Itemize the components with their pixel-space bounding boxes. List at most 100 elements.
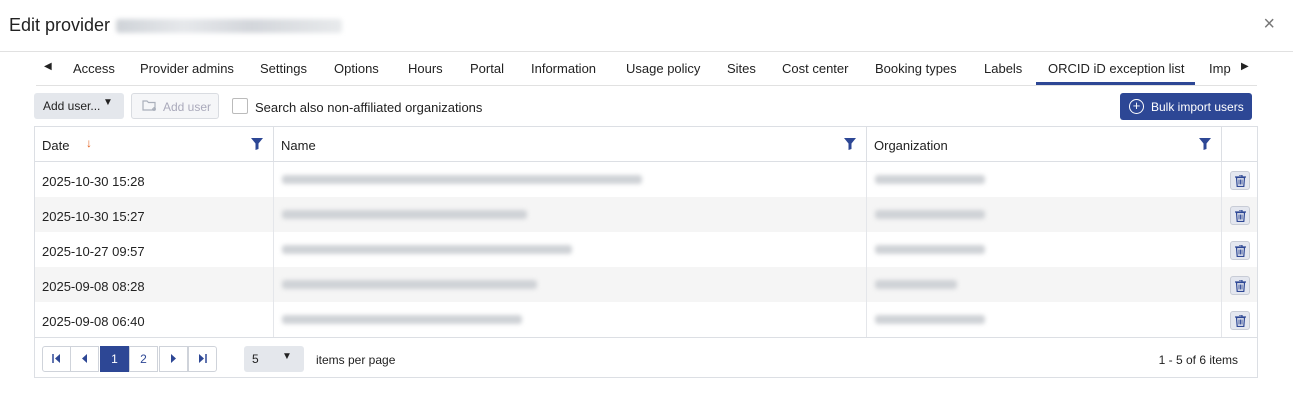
table-row[interactable]: 2025-10-30 15:28 (35, 162, 1257, 197)
name-cell (274, 302, 867, 337)
tab-portal[interactable]: Portal (470, 61, 504, 76)
page-size-value: 5 (252, 352, 259, 366)
redacted-name (282, 315, 522, 324)
bulk-import-label: Bulk import users (1151, 100, 1244, 114)
redacted-name (282, 175, 642, 184)
date-value: 2025-09-08 06:40 (42, 314, 145, 329)
name-cell (274, 232, 867, 267)
add-user-button-label: Add user (163, 100, 212, 114)
tab-orcid-exception-list[interactable]: ORCID iD exception list (1048, 61, 1185, 76)
date-cell: 2025-09-08 08:28 (35, 267, 274, 302)
table-row[interactable]: 2025-10-30 15:27 (35, 197, 1257, 232)
toolbar: Add user... ▼ Add user Search also non-a… (34, 93, 1258, 121)
name-cell (274, 267, 867, 302)
organization-cell (867, 162, 1222, 197)
items-per-page-label: items per page (316, 353, 396, 367)
tab-bar: ◀ Access Provider admins Settings Option… (36, 54, 1257, 86)
last-page-icon (199, 354, 207, 363)
close-icon[interactable]: × (1263, 14, 1275, 34)
filter-icon[interactable] (251, 138, 263, 150)
page-button-2[interactable]: 2 (129, 346, 158, 372)
date-value: 2025-10-27 09:57 (42, 244, 145, 259)
first-page-icon (52, 354, 60, 363)
column-header-label: Name (281, 138, 316, 153)
redacted-organization (875, 175, 985, 184)
trash-icon (1235, 175, 1246, 187)
column-header-label: Date (42, 138, 70, 153)
last-page-button[interactable] (188, 346, 217, 372)
column-header-organization[interactable]: Organization (867, 127, 1222, 162)
page-button-1[interactable]: 1 (100, 346, 129, 372)
active-tab-indicator (1036, 82, 1195, 85)
date-value: 2025-10-30 15:27 (42, 209, 145, 224)
tab-import[interactable]: Imp (1209, 61, 1231, 76)
page-size-select[interactable]: 5 ▼ (244, 346, 304, 372)
name-cell (274, 162, 867, 197)
dialog-title: Edit provider (9, 15, 343, 36)
tab-information[interactable]: Information (531, 61, 596, 76)
tab-scroll-left-icon[interactable]: ◀ (44, 61, 52, 72)
table-row[interactable]: 2025-10-27 09:57 (35, 232, 1257, 267)
delete-button[interactable] (1230, 241, 1250, 260)
tab-provider-admins[interactable]: Provider admins (140, 61, 234, 76)
tab-labels[interactable]: Labels (984, 61, 1022, 76)
tab-options[interactable]: Options (334, 61, 379, 76)
organization-cell (867, 232, 1222, 267)
add-user-button[interactable]: Add user (131, 93, 219, 119)
dialog-title-text: Edit provider (9, 15, 111, 35)
date-cell: 2025-10-27 09:57 (35, 232, 274, 267)
date-cell: 2025-09-08 06:40 (35, 302, 274, 337)
table-row[interactable]: 2025-09-08 08:28 (35, 267, 1257, 302)
organization-cell (867, 197, 1222, 232)
grid-header: Date ↓ Name Organization (35, 127, 1257, 162)
pager: 1 2 5 ▼ items per page 1 - 5 of 6 items (35, 337, 1257, 377)
tab-usage-policy[interactable]: Usage policy (626, 61, 700, 76)
tab-sites[interactable]: Sites (727, 61, 756, 76)
non-affiliated-label: Search also non-affiliated organizations (255, 100, 483, 115)
date-value: 2025-10-30 15:28 (42, 174, 145, 189)
tab-access[interactable]: Access (73, 61, 115, 76)
sort-descending-icon: ↓ (86, 136, 92, 150)
redacted-organization (875, 315, 985, 324)
tab-settings[interactable]: Settings (260, 61, 307, 76)
tab-hours[interactable]: Hours (408, 61, 443, 76)
table-row[interactable]: 2025-09-08 06:40 (35, 302, 1257, 337)
redacted-organization (875, 245, 985, 254)
prev-page-icon (82, 354, 87, 363)
dialog-header: Edit provider × (0, 0, 1293, 52)
tab-booking-types[interactable]: Booking types (875, 61, 957, 76)
delete-button[interactable] (1230, 206, 1250, 225)
filter-icon[interactable] (1199, 138, 1211, 150)
trash-icon (1235, 210, 1246, 222)
trash-icon (1235, 315, 1246, 327)
add-user-dropdown-label: Add user... (43, 99, 101, 113)
next-page-button[interactable] (159, 346, 188, 372)
non-affiliated-checkbox[interactable] (232, 98, 248, 114)
column-header-name[interactable]: Name (274, 127, 867, 162)
first-page-button[interactable] (42, 346, 71, 372)
items-count: 1 - 5 of 6 items (1158, 353, 1238, 367)
delete-button[interactable] (1230, 171, 1250, 190)
next-page-icon (171, 354, 176, 363)
prev-page-button[interactable] (70, 346, 99, 372)
tab-cost-center[interactable]: Cost center (782, 61, 848, 76)
tab-scroll-right-icon[interactable]: ▶ (1241, 61, 1249, 72)
name-cell (274, 197, 867, 232)
redacted-organization (875, 210, 985, 219)
delete-button[interactable] (1230, 311, 1250, 330)
filter-icon[interactable] (844, 138, 856, 150)
trash-icon (1235, 245, 1246, 257)
redacted-name (282, 245, 572, 254)
date-cell: 2025-10-30 15:27 (35, 197, 274, 232)
bulk-import-button[interactable]: + Bulk import users (1120, 93, 1252, 120)
organization-cell (867, 302, 1222, 337)
delete-button[interactable] (1230, 276, 1250, 295)
plus-circle-icon: + (1129, 99, 1144, 114)
date-value: 2025-09-08 08:28 (42, 279, 145, 294)
organization-cell (867, 267, 1222, 302)
column-header-date[interactable]: Date ↓ (35, 127, 274, 162)
exception-list-grid: Date ↓ Name Organization 2025-10-30 15:2… (34, 126, 1258, 378)
redacted-name (282, 210, 527, 219)
add-user-dropdown[interactable]: Add user... ▼ (34, 93, 124, 119)
add-folder-icon (142, 99, 158, 115)
